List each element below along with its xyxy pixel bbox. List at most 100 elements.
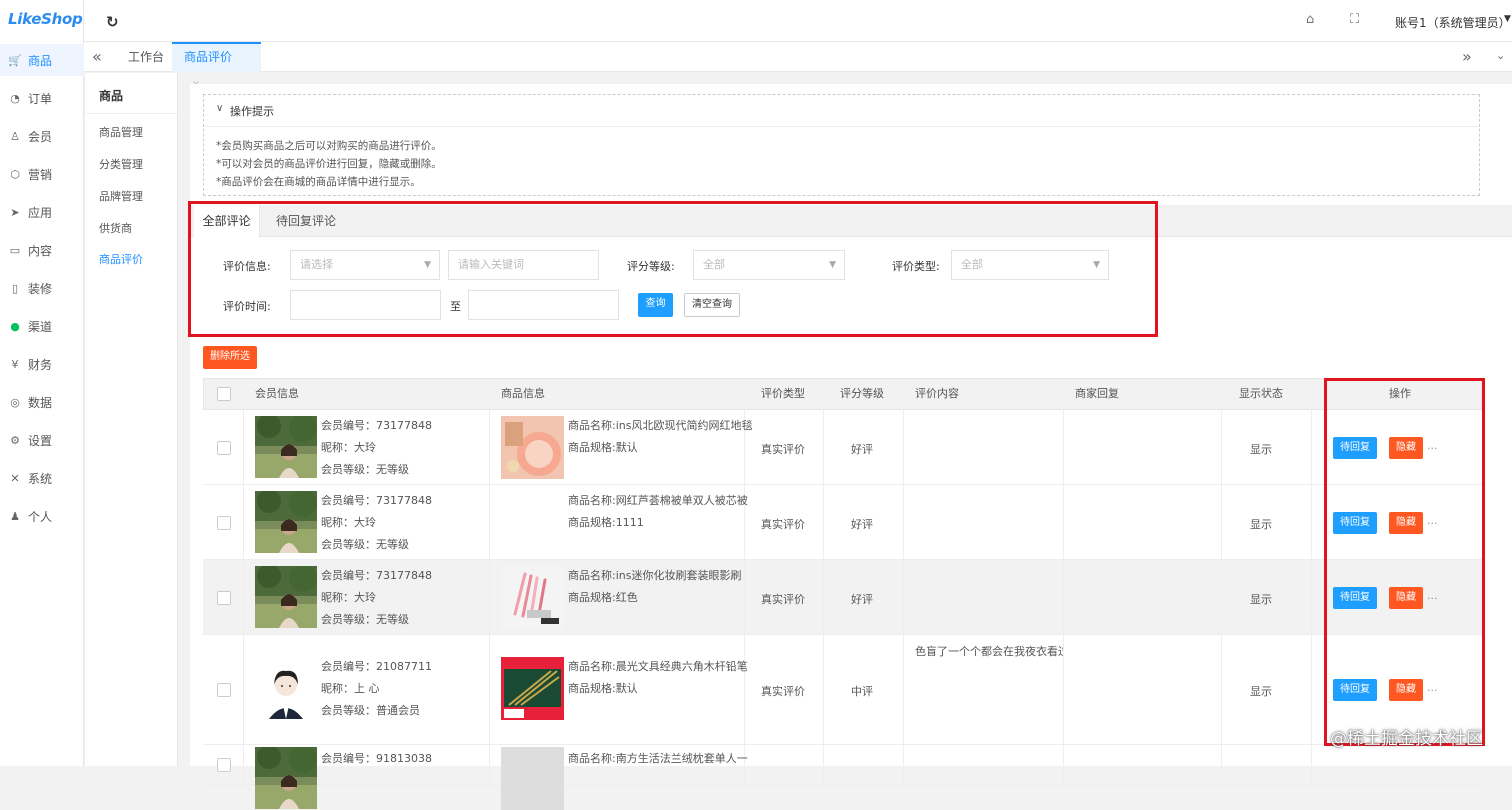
sub-item-brand-manage[interactable]: 品牌管理 (99, 188, 143, 204)
goods-name[interactable]: 商品名称:晨光文具经典六角木杆铅笔 (568, 656, 758, 678)
col-header-member: 会员信息 (255, 387, 299, 400)
rail-item-6[interactable]: ▯ 装修 (0, 272, 84, 304)
rail-item-3[interactable]: ⬡ 营销 (0, 158, 84, 190)
tips-line: *商品评价会在商城的商品详情中进行显示。 (216, 176, 421, 188)
member-level: 会员等级：无等级 (321, 538, 409, 551)
rail-item-9[interactable]: ◎ 数据 (0, 386, 84, 418)
member-avatar (255, 566, 317, 628)
fullscreen-icon[interactable]: ⛶ (1350, 12, 1359, 27)
goods-spec: 商品规格:红色 (568, 591, 638, 604)
column-divider (823, 560, 824, 635)
goods-info: 商品名称:晨光文具经典六角木杆铅笔 商品规格:默认 (568, 656, 758, 700)
rail-item-11[interactable]: ✕ 系统 (0, 462, 84, 494)
rail-item-7[interactable]: ● 渠道 (0, 310, 84, 342)
operation-tips-panel: ∨ 操作提示 *会员购买商品之后可以对购买的商品进行评价。 *可以对会员的商品评… (203, 94, 1480, 196)
column-divider (489, 485, 490, 560)
tag-icon[interactable]: ⌂ (1306, 12, 1314, 27)
account-chevron-icon[interactable]: ▼ (1504, 14, 1511, 24)
column-divider (823, 745, 824, 785)
row-checkbox[interactable] (217, 758, 231, 772)
rail-item-label: 会员 (28, 129, 53, 144)
tabs-menu-chevron-icon[interactable]: ⌄ (1496, 49, 1505, 62)
review-grade: 好评 (851, 443, 873, 456)
content-icon: ▭ (9, 243, 21, 257)
tools-icon: ✕ (10, 471, 20, 485)
rail-item-2[interactable]: ♙ 会员 (0, 120, 84, 152)
column-divider (243, 635, 244, 745)
bell-icon: ◔ (10, 91, 20, 105)
tabs-scroll-right-icon[interactable]: » (1462, 47, 1472, 66)
watermark: @稀土掘金技术社区 (1330, 729, 1483, 749)
column-divider (1221, 485, 1222, 560)
rail-item-1[interactable]: ◔ 订单 (0, 82, 84, 114)
review-content: 色盲了一个个都会在我夜衣看过 (915, 645, 1063, 658)
table-row: 会员编号：21087711 昵称：上 心会员等级：普通会员 商品名称:晨光文具经典六… (203, 635, 1482, 745)
row-checkbox[interactable] (217, 516, 231, 530)
refresh-icon[interactable]: ↻ (106, 13, 119, 31)
rail-item-label: 设置 (28, 433, 53, 448)
member-number: 会员编号：21087711 (321, 660, 432, 673)
column-divider (489, 410, 490, 485)
tab-label: 商品评价 (184, 50, 233, 64)
cart-icon: 🛒 (8, 53, 22, 67)
column-divider (1221, 745, 1222, 785)
tabs-scroll-left-icon[interactable]: « (92, 47, 102, 66)
sub-menu-divider (85, 113, 178, 114)
rail-item-label: 订单 (28, 91, 53, 106)
column-divider (1221, 635, 1222, 745)
sub-item-goods-manage[interactable]: 商品管理 (99, 124, 143, 140)
column-divider (243, 485, 244, 560)
sub-menu-title: 商品 (99, 89, 124, 103)
goods-name[interactable]: 商品名称:ins迷你化妆刷套装眼影刷 (568, 565, 758, 587)
rail-item-label: 系统 (28, 471, 53, 486)
rail-item-label: 数据 (28, 395, 53, 410)
sub-item-supplier[interactable]: 供货商 (99, 220, 132, 236)
yen-icon: ¥ (11, 357, 19, 371)
col-header-grade: 评分等级 (840, 387, 884, 400)
goods-name[interactable]: 商品名称:南方生活法兰绒枕套单人一 (568, 748, 758, 770)
rail-item-label: 营销 (28, 167, 53, 182)
sub-item-category-manage[interactable]: 分类管理 (99, 156, 143, 172)
rail-item-0[interactable]: 🛒 商品 (0, 44, 84, 76)
goods-name[interactable]: 商品名称:网红芦荟棉被单双人被芯被 (568, 490, 758, 512)
tips-line: *可以对会员的商品评价进行回复，隐藏或删除。 (216, 158, 442, 170)
delete-selected-button[interactable]: 删除所选 (203, 346, 257, 369)
rail-item-label: 装修 (28, 281, 53, 296)
column-divider (1063, 410, 1064, 485)
member-number: 会员编号：73177848 (321, 569, 432, 582)
column-divider (1311, 745, 1312, 785)
app-logo[interactable]: LikeShop (8, 10, 83, 28)
top-bar: ↻ ⌂ ⛶ 账号1（系统管理员） ▼ (84, 0, 1512, 42)
column-divider (903, 485, 904, 560)
goods-name[interactable]: 商品名称:ins风北欧现代简约网红地毯 (568, 415, 758, 437)
row-checkbox[interactable] (217, 683, 231, 697)
member-info: 会员编号：21087711 昵称：上 心会员等级：普通会员 (321, 656, 432, 722)
member-avatar (255, 416, 317, 478)
member-nickname: 昵称：大玲 (321, 441, 376, 454)
tab-goods-review[interactable]: 商品评价 × (172, 42, 261, 90)
goods-image (501, 566, 564, 629)
rail-item-8[interactable]: ¥ 财务 (0, 348, 84, 380)
select-all-checkbox[interactable] (217, 387, 231, 401)
review-type: 真实评价 (761, 593, 805, 606)
page-tab-bar: « 工作台 商品评价 × » ⌄ (84, 42, 1512, 90)
column-divider (903, 560, 904, 635)
tab-workbench[interactable]: 工作台 (116, 42, 176, 72)
row-checkbox[interactable] (217, 591, 231, 605)
column-divider (489, 635, 490, 745)
user-icon: ♙ (10, 129, 20, 143)
rail-item-12[interactable]: ♟ 个人 (0, 500, 84, 532)
goods-image (501, 657, 564, 720)
column-divider (243, 410, 244, 485)
rail-item-5[interactable]: ▭ 内容 (0, 234, 84, 266)
sub-item-goods-review[interactable]: 商品评价 (99, 251, 143, 267)
rail-item-10[interactable]: ⚙ 设置 (0, 424, 84, 456)
cube-icon: ⬡ (10, 167, 20, 181)
rail-item-label: 应用 (28, 205, 53, 220)
rail-item-4[interactable]: ➤ 应用 (0, 196, 84, 228)
tips-header[interactable]: ∨ 操作提示 (204, 95, 1479, 127)
actions-highlight-box (1324, 378, 1485, 746)
account-name[interactable]: 账号1（系统管理员） (1395, 14, 1511, 31)
row-checkbox[interactable] (217, 441, 231, 455)
tips-collapse-chevron-icon[interactable]: ∨ (216, 103, 223, 114)
